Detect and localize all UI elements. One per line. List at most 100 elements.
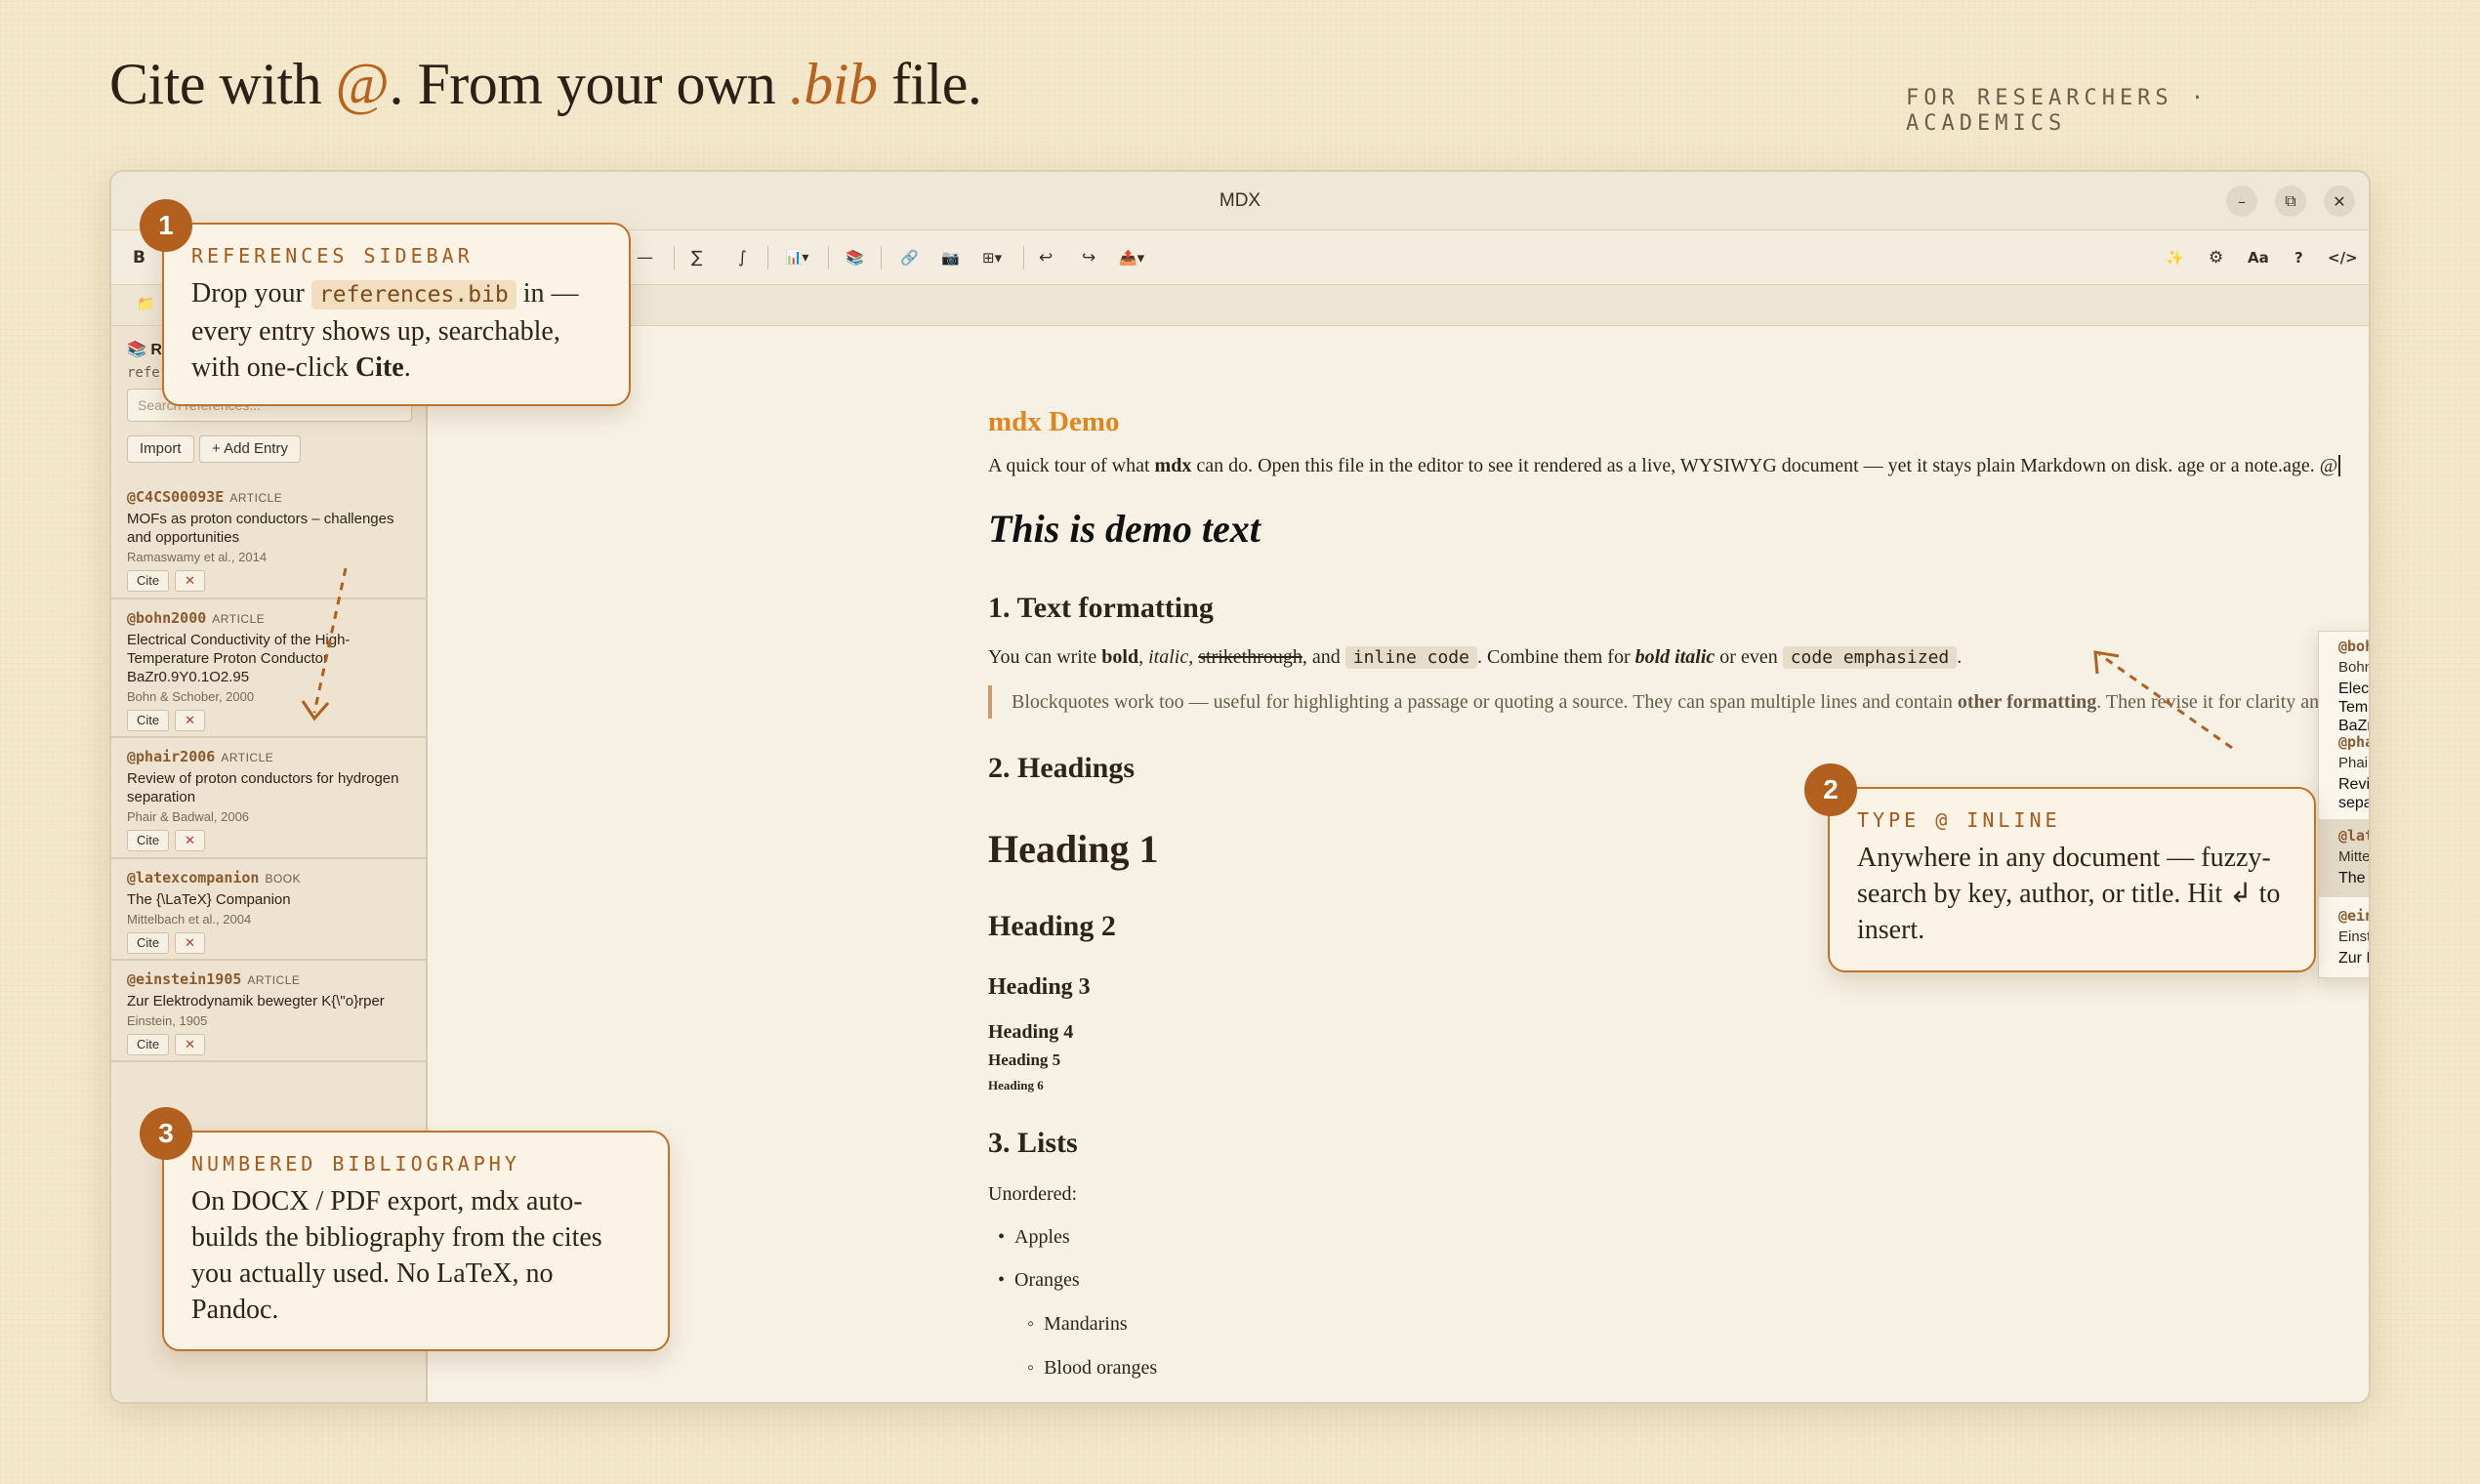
autocomplete-item[interactable]: @einstein1905 Einstein, 1905 Zur Elektro… bbox=[2319, 907, 2371, 977]
ac-key: @einstein1905 bbox=[2338, 907, 2369, 925]
callout-eyebrow: NUMBERED BIBLIOGRAPHY bbox=[191, 1152, 520, 1175]
headline-at: @ bbox=[335, 52, 390, 116]
entry-authors: Ramaswamy et al., 2014 bbox=[127, 550, 268, 564]
entry-type: BOOK bbox=[265, 872, 302, 886]
ac-title: Zur Elektrodynamik bewegter K{\"o}rper bbox=[2338, 950, 2369, 967]
callout-number-badge: 2 bbox=[1804, 763, 1857, 816]
callout-type-inline: TYPE @ INLINE Anywhere in any document —… bbox=[1828, 787, 2316, 972]
formatting-paragraph: You can write bold, italic, strikethroug… bbox=[988, 646, 1963, 669]
list-item: ◦ Mandarins bbox=[1027, 1313, 1128, 1335]
callout-numbered-bibliography: NUMBERED BIBLIOGRAPHY On DOCX / PDF expo… bbox=[162, 1131, 670, 1351]
redo-icon[interactable]: ↪ bbox=[1082, 230, 1095, 285]
heading-4: Heading 4 bbox=[988, 1021, 1074, 1043]
ac-title: Electrical Conductivity of the High-Temp… bbox=[2338, 680, 2371, 734]
settings-icon[interactable]: ⚙ bbox=[2209, 230, 2223, 285]
font-button[interactable]: Aa bbox=[2248, 230, 2269, 285]
undo-icon[interactable]: ↩ bbox=[1039, 230, 1053, 285]
section-heading: 1. Text formatting bbox=[988, 592, 1214, 624]
ac-authors: Mittelbach et al., 2004 bbox=[2338, 848, 2371, 865]
reference-entry[interactable]: @einstein1905 ARTICLE Zur Elektrodynamik … bbox=[111, 961, 426, 1062]
autocomplete-item-selected[interactable]: @latexcompanion Mittelbach et al., 2004 … bbox=[2319, 819, 2371, 897]
link-icon[interactable]: 🔗 bbox=[900, 230, 919, 285]
cite-button[interactable]: Cite bbox=[127, 1034, 170, 1055]
titlebar: MDX – ⧉ ✕ bbox=[111, 172, 2369, 230]
chart-menu-button[interactable]: 📊▾ bbox=[785, 230, 808, 285]
callout-body: Anywhere in any document — fuzzy-search … bbox=[1857, 843, 2281, 945]
entry-type: ARTICLE bbox=[212, 612, 266, 626]
demo-heading: This is demo text bbox=[988, 507, 1261, 551]
export-menu-button[interactable]: 📤▾ bbox=[1119, 230, 1144, 285]
ac-key: @latexcompanion bbox=[2338, 827, 2369, 845]
horizontal-rule-button[interactable]: — bbox=[637, 230, 653, 285]
reference-entry[interactable]: @C4CS00093E ARTICLE MOFs as proton conduc… bbox=[111, 478, 426, 599]
callout-eyebrow: TYPE @ INLINE bbox=[1857, 808, 2061, 832]
callout-eyebrow: REFERENCES SIDEBAR bbox=[191, 244, 474, 268]
delete-button[interactable]: ✕ bbox=[175, 830, 206, 851]
section-heading: 3. Lists bbox=[988, 1127, 1078, 1159]
cite-button[interactable]: Cite bbox=[127, 710, 170, 731]
document-title: mdx Demo bbox=[988, 406, 1120, 437]
help-button[interactable]: ? bbox=[2294, 230, 2303, 285]
window-title: MDX bbox=[1219, 190, 1261, 211]
entry-title: MOFs as proton conductors – challenges a… bbox=[127, 511, 394, 546]
callout-number-badge: 1 bbox=[140, 199, 192, 252]
callout-references-sidebar: REFERENCES SIDEBAR Drop your references.… bbox=[162, 223, 631, 406]
list-item: ◦ Blood oranges bbox=[1027, 1357, 1158, 1379]
section-heading: 2. Headings bbox=[988, 752, 1136, 784]
entry-key: @phair2006 bbox=[127, 748, 216, 765]
camera-icon[interactable]: 📷 bbox=[941, 230, 960, 285]
entry-authors: Mittelbach et al., 2004 bbox=[127, 912, 252, 927]
delete-button[interactable]: ✕ bbox=[175, 570, 206, 592]
cite-button[interactable]: Cite bbox=[127, 570, 170, 592]
entry-key: @bohn2000 bbox=[127, 609, 207, 627]
table-menu-button[interactable]: ⊞▾ bbox=[982, 230, 1002, 285]
list-intro: Unordered: bbox=[988, 1183, 1078, 1205]
citation-autocomplete: @bohn2000 Bohn & Schober, 2000 Electrica… bbox=[2318, 631, 2371, 978]
ac-key: @phair2006 bbox=[2338, 733, 2369, 751]
callout-body: Drop your references.bib in — every entr… bbox=[191, 278, 579, 383]
ac-key: @bohn2000 bbox=[2338, 638, 2371, 655]
entry-authors: Bohn & Schober, 2000 bbox=[127, 689, 255, 704]
sparkle-icon[interactable]: ✨ bbox=[2166, 230, 2184, 285]
intro-paragraph: A quick tour of what mdx can do. Open th… bbox=[988, 455, 2341, 477]
headline-text: . From your own bbox=[389, 52, 790, 116]
entry-type: ARTICLE bbox=[229, 491, 283, 505]
reference-entry[interactable]: @latexcompanion BOOK The {\LaTeX} Compani… bbox=[111, 859, 426, 961]
add-entry-button[interactable]: + Add Entry bbox=[199, 435, 301, 463]
entry-title: Electrical Conductivity of the High-Temp… bbox=[127, 632, 351, 685]
reference-entry[interactable]: @bohn2000 ARTICLE Electrical Conductivity… bbox=[111, 599, 426, 738]
folder-icon[interactable]: 📁 bbox=[137, 295, 155, 312]
reference-entry[interactable]: @phair2006 ARTICLE Review of proton condu… bbox=[111, 738, 426, 859]
tagline: FOR RESEARCHERS · ACADEMICS bbox=[1906, 86, 2210, 136]
delete-button[interactable]: ✕ bbox=[175, 932, 206, 954]
delete-button[interactable]: ✕ bbox=[175, 1034, 206, 1055]
cite-button[interactable]: Cite bbox=[127, 932, 170, 954]
callout-body: On DOCX / PDF export, mdx auto-builds th… bbox=[191, 1186, 602, 1325]
delete-button[interactable]: ✕ bbox=[175, 710, 206, 731]
heading-6: Heading 6 bbox=[988, 1078, 1044, 1092]
entry-authors: Einstein, 1905 bbox=[127, 1013, 208, 1028]
entry-title: Zur Elektrodynamik bewegter K{\"o}rper bbox=[127, 993, 385, 1010]
restore-button[interactable]: ⧉ bbox=[2275, 186, 2306, 217]
integral-icon[interactable]: ∫ bbox=[738, 230, 747, 285]
autocomplete-item[interactable]: @phair2006 Phair & Badwal, 2006 Review o… bbox=[2319, 733, 2371, 819]
blockquote: Blockquotes work too — useful for highli… bbox=[988, 685, 2319, 719]
books-icon[interactable]: 📚 bbox=[846, 230, 864, 285]
close-button[interactable]: ✕ bbox=[2324, 186, 2355, 217]
ac-authors: Einstein, 1905 bbox=[2338, 928, 2371, 945]
headline-text: file. bbox=[877, 52, 982, 116]
autocomplete-item[interactable]: @bohn2000 Bohn & Schober, 2000 Electrica… bbox=[2319, 638, 2371, 734]
sidebar-heading: 📚 R bbox=[127, 342, 162, 358]
import-button[interactable]: Import bbox=[127, 435, 194, 463]
ac-title: The {\LaTeX} Companion bbox=[2338, 870, 2369, 886]
entry-title: Review of proton conductors for hydrogen… bbox=[127, 770, 399, 805]
minimize-button[interactable]: – bbox=[2226, 186, 2257, 217]
heading-2: Heading 2 bbox=[988, 910, 1116, 942]
entry-title: The {\LaTeX} Companion bbox=[127, 891, 291, 908]
source-view-button[interactable]: </> bbox=[2328, 230, 2358, 285]
ac-title: Review of proton conductors for hydrogen… bbox=[2338, 776, 2371, 811]
entry-key: @C4CS00093E bbox=[127, 488, 225, 506]
heading-5: Heading 5 bbox=[988, 1051, 1061, 1069]
sum-icon[interactable]: ∑ bbox=[691, 230, 702, 285]
cite-button[interactable]: Cite bbox=[127, 830, 170, 851]
